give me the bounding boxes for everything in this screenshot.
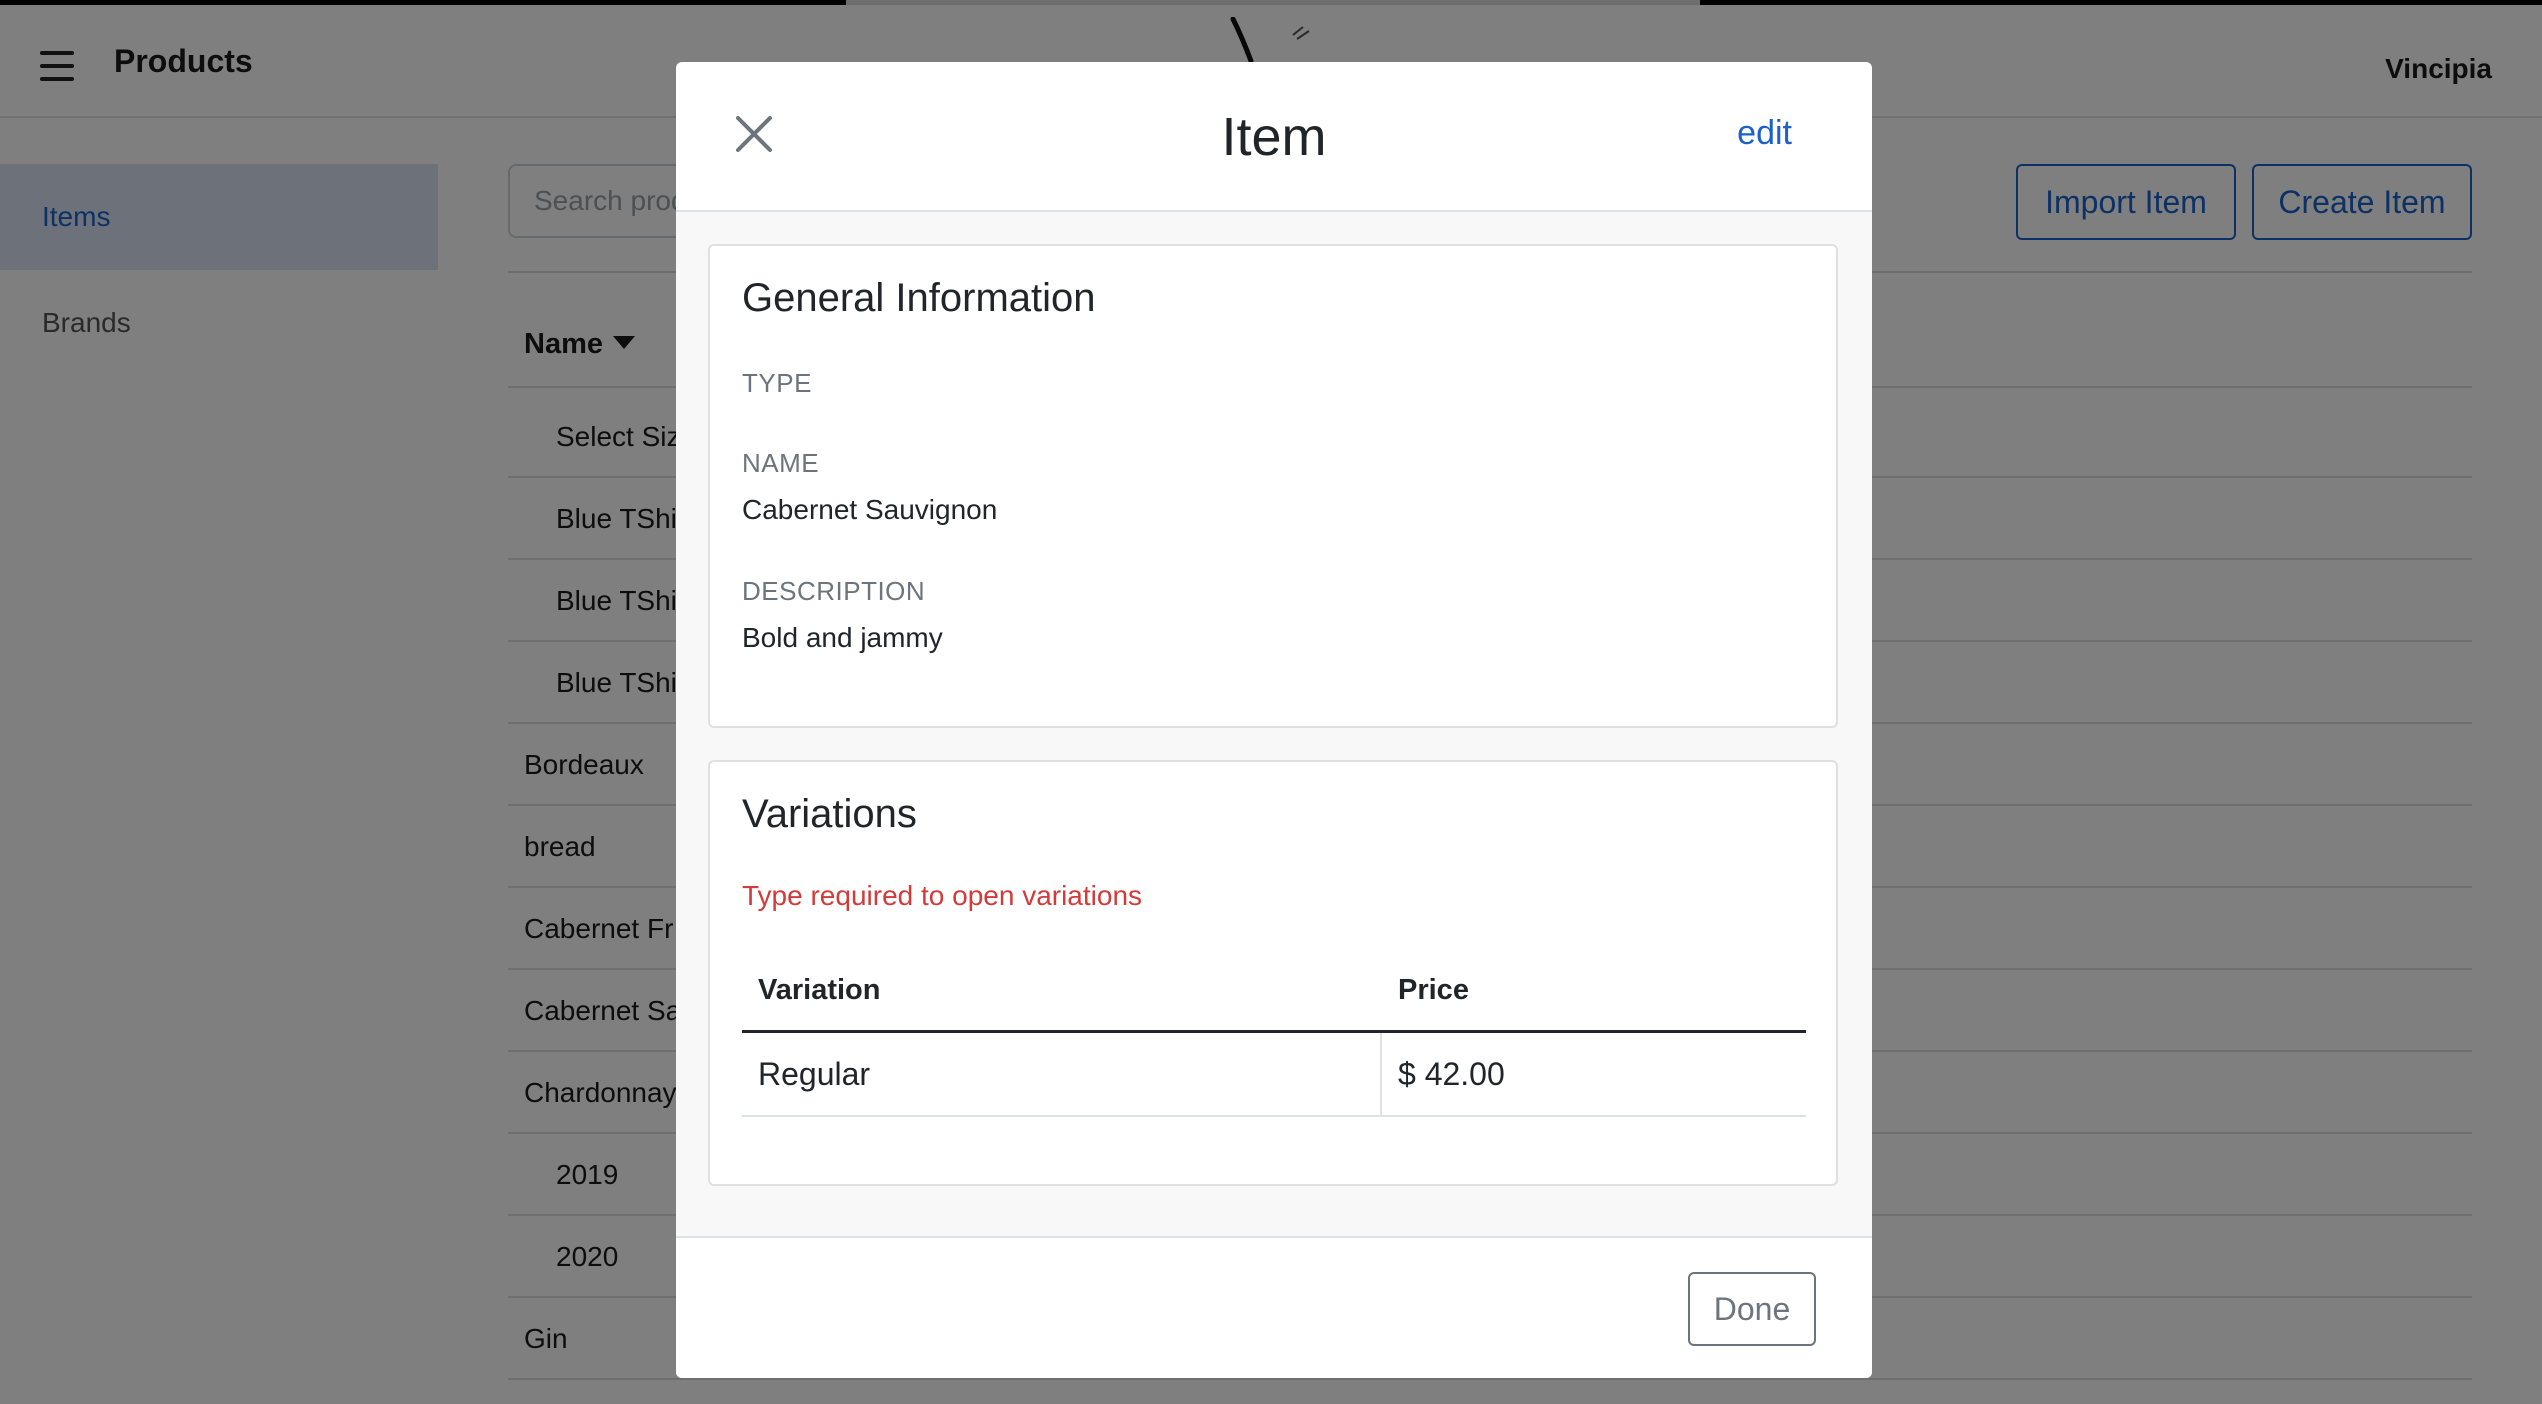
variation-column-header: Variation [758, 974, 881, 1006]
price-column-header: Price [1398, 974, 1469, 1006]
edit-link[interactable]: edit [1737, 114, 1792, 153]
variations-error-message: Type required to open variations [742, 880, 1143, 911]
name-value: Cabernet Sauvignon [742, 494, 998, 525]
description-value: Bold and jammy [742, 622, 943, 653]
name-label: NAME [742, 448, 820, 478]
price-cell: $ 42.00 [1398, 1056, 1505, 1092]
general-information-title: General Information [742, 276, 1096, 320]
description-label: DESCRIPTION [742, 576, 926, 606]
modal-body: General Information TYPE NAME Cabernet S… [676, 212, 1872, 1236]
done-button[interactable]: Done [1688, 1272, 1816, 1346]
item-modal: Item edit General Information TYPE NAME … [676, 62, 1872, 1378]
variations-title: Variations [742, 792, 917, 836]
cell-separator [1380, 1033, 1382, 1115]
variations-card: Variations Type required to open variati… [708, 760, 1838, 1186]
modal-footer: Done [676, 1236, 1872, 1378]
modal-title: Item [1221, 107, 1327, 167]
variation-cell: Regular [758, 1056, 871, 1092]
type-label: TYPE [742, 368, 812, 398]
modal-header: Item edit [676, 62, 1872, 212]
table-header-rule [742, 1030, 1806, 1033]
general-information-card: General Information TYPE NAME Cabernet S… [708, 244, 1838, 728]
table-row-rule [742, 1115, 1806, 1117]
